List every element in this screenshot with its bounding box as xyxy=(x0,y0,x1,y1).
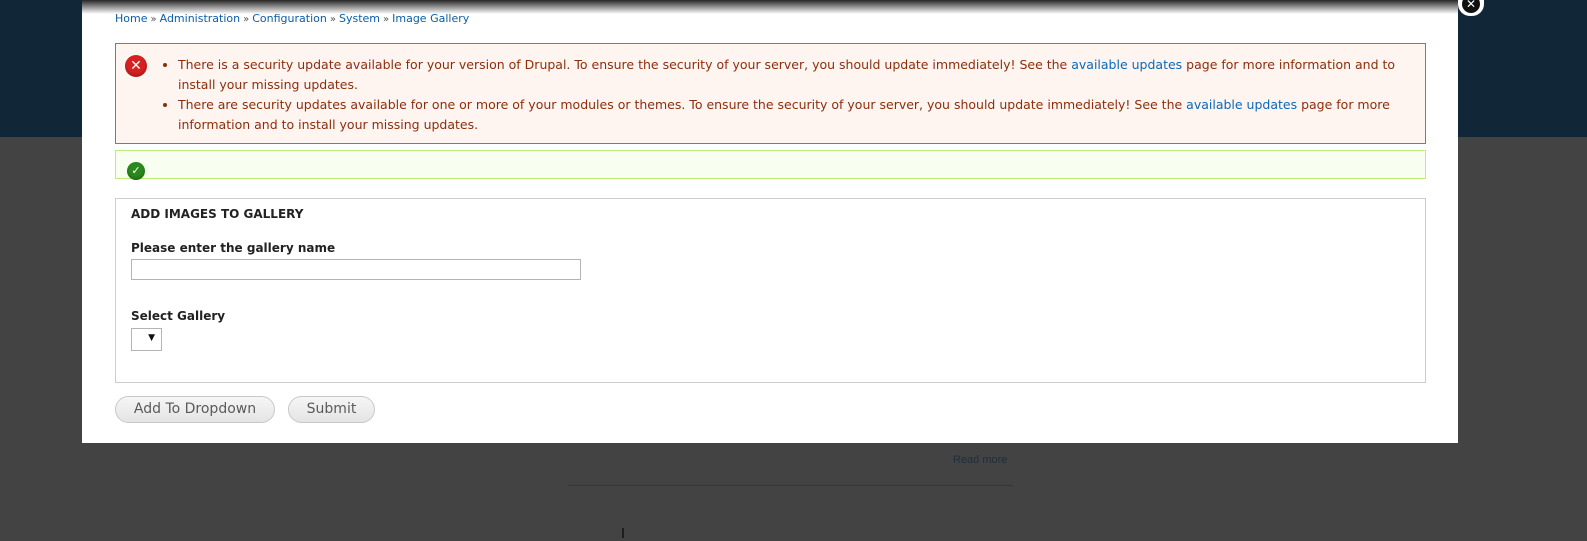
breadcrumb-administration[interactable]: Administration xyxy=(160,12,241,25)
read-more-link[interactable]: Read more xyxy=(953,454,1007,466)
gallery-name-label: Please enter the gallery name xyxy=(131,241,336,255)
background-text-fragment xyxy=(622,528,624,538)
error-message-item: There are security updates available for… xyxy=(178,95,1408,135)
error-message-box: ✕ There is a security update available f… xyxy=(115,43,1426,144)
breadcrumb-configuration[interactable]: Configuration xyxy=(252,12,327,25)
add-to-dropdown-button[interactable]: Add To Dropdown xyxy=(115,396,275,423)
available-updates-link[interactable]: available updates xyxy=(1186,97,1297,112)
breadcrumb-home[interactable]: Home xyxy=(115,12,147,25)
gallery-name-input[interactable] xyxy=(131,259,581,280)
fieldset-legend: ADD IMAGES TO GALLERY xyxy=(131,207,304,221)
breadcrumb: Home» Administration» Configuration» System… xyxy=(115,12,469,25)
select-gallery-label: Select Gallery xyxy=(131,309,226,323)
submit-button[interactable]: Submit xyxy=(288,396,375,423)
error-message-list: There is a security update available for… xyxy=(178,55,1408,135)
breadcrumb-separator: » xyxy=(329,14,336,25)
breadcrumb-image-gallery[interactable]: Image Gallery xyxy=(392,12,469,25)
error-message-item: There is a security update available for… xyxy=(178,55,1408,95)
status-message-box: ✓ xyxy=(115,150,1426,180)
dropdown-arrow-icon: ▼ xyxy=(148,333,155,343)
error-x-icon: ✕ xyxy=(125,55,147,77)
breadcrumb-separator: » xyxy=(243,14,250,25)
add-images-fieldset: ADD IMAGES TO GALLERY Please enter the g… xyxy=(115,198,1426,383)
breadcrumb-separator: » xyxy=(150,14,157,25)
check-icon: ✓ xyxy=(127,162,145,180)
available-updates-link[interactable]: available updates xyxy=(1071,57,1182,72)
breadcrumb-separator: » xyxy=(383,14,390,25)
content-divider xyxy=(568,485,1013,486)
breadcrumb-system[interactable]: System xyxy=(339,12,380,25)
close-icon: ✕ xyxy=(1462,0,1480,13)
select-gallery-dropdown[interactable]: ▼ xyxy=(131,328,162,351)
